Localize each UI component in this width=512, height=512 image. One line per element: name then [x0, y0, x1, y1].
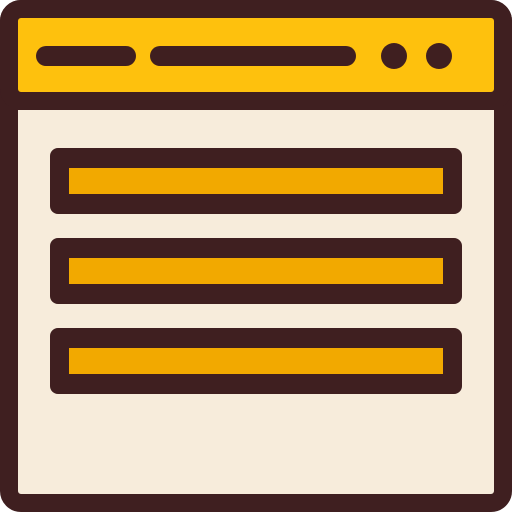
- window-dot-icon: [426, 43, 452, 69]
- browser-window-svg: [0, 0, 512, 512]
- list-row-bar: [69, 168, 443, 194]
- window-dot-icon: [381, 43, 407, 69]
- list-row-bar: [69, 258, 443, 284]
- list-row-bar: [69, 348, 443, 374]
- content-list: [50, 148, 462, 394]
- browser-window-list-icon: [0, 0, 512, 512]
